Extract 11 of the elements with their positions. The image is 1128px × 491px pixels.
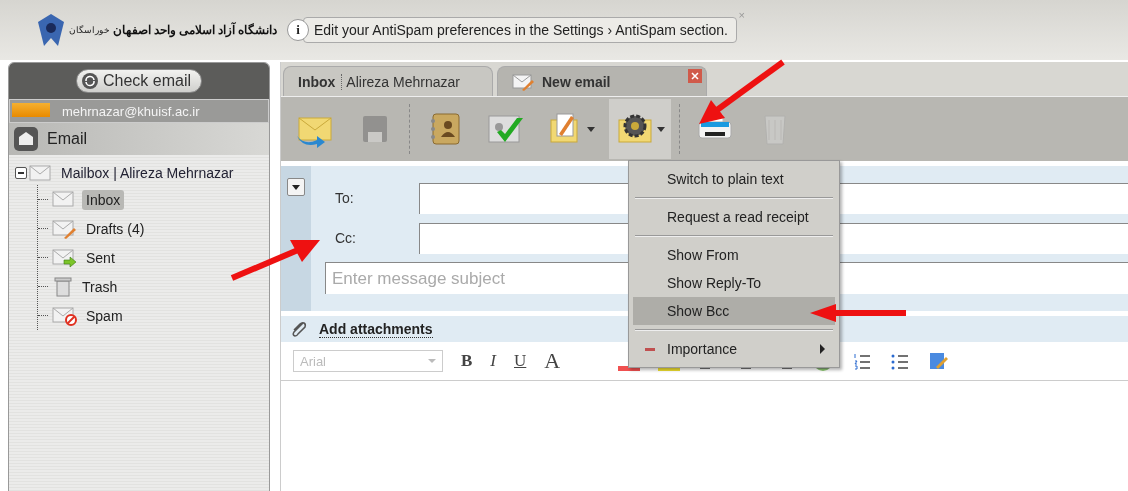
logo-subtext: خوراسگان xyxy=(69,25,110,35)
field-label: Cc: xyxy=(334,230,357,246)
notice-message: Edit your AntiSpam preferences in the Settings › AntiSpam section. xyxy=(303,17,737,43)
info-icon: i xyxy=(287,19,309,41)
section-title: Email xyxy=(47,130,87,148)
tab-title: New email xyxy=(542,73,611,90)
account-email: mehrnazar@khuisf.ac.ir xyxy=(62,103,200,119)
logo-text: دانشگاه آزاد اسلامی واحد اصفهان xyxy=(113,22,277,38)
field-label: To: xyxy=(334,190,355,206)
tab-subtitle: Alireza Mehrnazar xyxy=(341,73,460,90)
tab-title: Inbox xyxy=(298,73,336,90)
